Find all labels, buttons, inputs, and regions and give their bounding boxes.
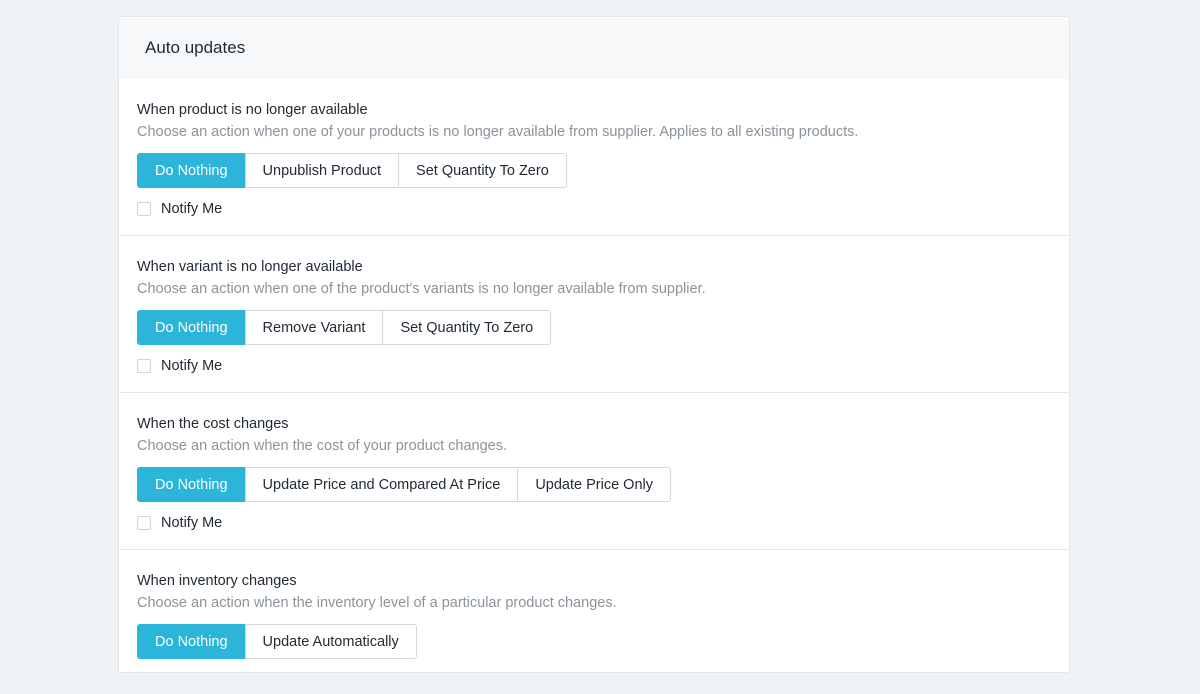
do-nothing-button[interactable]: Do Nothing xyxy=(137,467,246,502)
section-description: Choose an action when one of the product… xyxy=(137,281,706,297)
remove-variant-button[interactable]: Remove Variant xyxy=(244,310,384,345)
card-title: Auto updates xyxy=(145,38,246,57)
update-price-and-compared-at-price-button[interactable]: Update Price and Compared At Price xyxy=(244,467,519,502)
update-automatically-button[interactable]: Update Automatically xyxy=(244,624,417,659)
section-description: Choose an action when one of your produc… xyxy=(137,124,859,140)
notify-me-label[interactable]: Notify Me xyxy=(161,201,222,217)
notify-me-label[interactable]: Notify Me xyxy=(161,358,222,374)
do-nothing-button[interactable]: Do Nothing xyxy=(137,310,246,345)
section-inventory-changes: When inventory changes Choose an action … xyxy=(119,550,1069,672)
notify-me-row[interactable]: Notify Me xyxy=(137,200,1051,218)
section-description: Choose an action when the inventory leve… xyxy=(137,595,617,611)
notify-me-label[interactable]: Notify Me xyxy=(161,515,222,531)
unpublish-product-button[interactable]: Unpublish Product xyxy=(244,153,400,188)
notify-me-row[interactable]: Notify Me xyxy=(137,357,1051,375)
action-button-group: Do Nothing Update Automatically xyxy=(137,624,417,659)
notify-me-checkbox[interactable] xyxy=(137,202,151,216)
action-button-group: Do Nothing Remove Variant Set Quantity T… xyxy=(137,310,552,345)
notify-me-row[interactable]: Notify Me xyxy=(137,514,1051,532)
section-product-unavailable: When product is no longer available Choo… xyxy=(119,79,1069,236)
set-quantity-to-zero-button[interactable]: Set Quantity To Zero xyxy=(382,310,552,345)
section-variant-unavailable: When variant is no longer available Choo… xyxy=(119,236,1069,393)
section-title: When product is no longer available xyxy=(137,102,368,118)
action-button-group: Do Nothing Unpublish Product Set Quantit… xyxy=(137,153,567,188)
do-nothing-button[interactable]: Do Nothing xyxy=(137,624,246,659)
action-button-group: Do Nothing Update Price and Compared At … xyxy=(137,467,671,502)
section-title: When inventory changes xyxy=(137,573,297,589)
notify-me-checkbox[interactable] xyxy=(137,516,151,530)
section-cost-changes: When the cost changes Choose an action w… xyxy=(119,393,1069,550)
auto-updates-card: Auto updates When product is no longer a… xyxy=(118,16,1070,673)
section-description: Choose an action when the cost of your p… xyxy=(137,438,507,454)
section-title: When variant is no longer available xyxy=(137,259,363,275)
do-nothing-button[interactable]: Do Nothing xyxy=(137,153,246,188)
card-header: Auto updates xyxy=(119,17,1069,79)
section-title: When the cost changes xyxy=(137,416,289,432)
update-price-only-button[interactable]: Update Price Only xyxy=(517,467,671,502)
set-quantity-to-zero-button[interactable]: Set Quantity To Zero xyxy=(398,153,567,188)
notify-me-checkbox[interactable] xyxy=(137,359,151,373)
